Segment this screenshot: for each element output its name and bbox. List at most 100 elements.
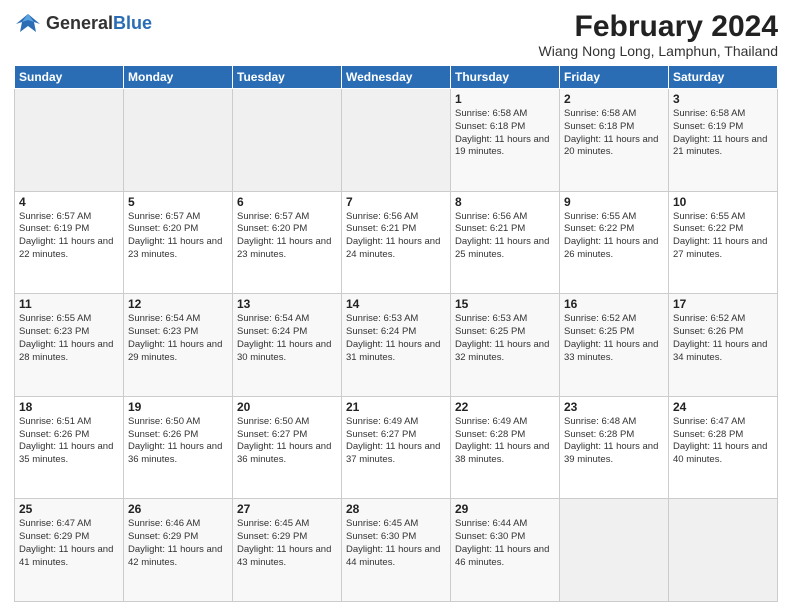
- calendar-cell: 7 Sunrise: 6:56 AM Sunset: 6:21 PM Daylig…: [342, 191, 451, 294]
- day-info: Sunrise: 6:54 AM Sunset: 6:23 PM Dayligh…: [128, 313, 228, 364]
- calendar-cell: 15 Sunrise: 6:53 AM Sunset: 6:25 PM Dayli…: [451, 294, 560, 397]
- calendar-week-1: 1 Sunrise: 6:58 AM Sunset: 6:18 PM Daylig…: [15, 89, 778, 192]
- day-info: Sunrise: 6:56 AM Sunset: 6:21 PM Dayligh…: [455, 211, 555, 262]
- day-info: Sunrise: 6:49 AM Sunset: 6:27 PM Dayligh…: [346, 416, 446, 467]
- logo-blue-text: Blue: [113, 13, 152, 33]
- day-number: 4: [19, 195, 119, 209]
- calendar-cell: 11 Sunrise: 6:55 AM Sunset: 6:23 PM Dayli…: [15, 294, 124, 397]
- day-info: Sunrise: 6:53 AM Sunset: 6:25 PM Dayligh…: [455, 313, 555, 364]
- day-info: Sunrise: 6:50 AM Sunset: 6:27 PM Dayligh…: [237, 416, 337, 467]
- calendar-week-4: 18 Sunrise: 6:51 AM Sunset: 6:26 PM Dayli…: [15, 396, 778, 499]
- day-number: 19: [128, 400, 228, 414]
- day-number: 25: [19, 502, 119, 516]
- day-info: Sunrise: 6:45 AM Sunset: 6:29 PM Dayligh…: [237, 518, 337, 569]
- day-number: 12: [128, 297, 228, 311]
- day-info: Sunrise: 6:58 AM Sunset: 6:18 PM Dayligh…: [564, 108, 664, 159]
- calendar-cell: 9Sunrise: 6:55 AM Sunset: 6:22 PM Daylig…: [560, 191, 669, 294]
- calendar-cell: 21 Sunrise: 6:49 AM Sunset: 6:27 PM Dayli…: [342, 396, 451, 499]
- calendar-table: SundayMondayTuesdayWednesdayThursdayFrid…: [14, 65, 778, 602]
- calendar-cell: 13 Sunrise: 6:54 AM Sunset: 6:24 PM Dayli…: [233, 294, 342, 397]
- day-number: 3: [673, 92, 773, 106]
- calendar-cell: [560, 499, 669, 602]
- header: GeneralBlue February 2024 Wiang Nong Lon…: [14, 10, 778, 59]
- day-info: Sunrise: 6:56 AM Sunset: 6:21 PM Dayligh…: [346, 211, 446, 262]
- day-info: Sunrise: 6:49 AM Sunset: 6:28 PM Dayligh…: [455, 416, 555, 467]
- calendar-cell: [124, 89, 233, 192]
- day-info: Sunrise: 6:48 AM Sunset: 6:28 PM Dayligh…: [564, 416, 664, 467]
- day-info: Sunrise: 6:50 AM Sunset: 6:26 PM Dayligh…: [128, 416, 228, 467]
- calendar-cell: 14Sunrise: 6:53 AM Sunset: 6:24 PM Dayli…: [342, 294, 451, 397]
- calendar-cell: 4 Sunrise: 6:57 AM Sunset: 6:19 PM Daylig…: [15, 191, 124, 294]
- calendar-cell: 22 Sunrise: 6:49 AM Sunset: 6:28 PM Dayli…: [451, 396, 560, 499]
- page: GeneralBlue February 2024 Wiang Nong Lon…: [0, 0, 792, 612]
- day-number: 7: [346, 195, 446, 209]
- weekday-header-tuesday: Tuesday: [233, 66, 342, 89]
- calendar-cell: 26Sunrise: 6:46 AM Sunset: 6:29 PM Dayli…: [124, 499, 233, 602]
- day-number: 10: [673, 195, 773, 209]
- calendar-title: February 2024: [539, 10, 778, 43]
- day-info: Sunrise: 6:57 AM Sunset: 6:20 PM Dayligh…: [237, 211, 337, 262]
- calendar-cell: 19 Sunrise: 6:50 AM Sunset: 6:26 PM Dayli…: [124, 396, 233, 499]
- calendar-cell: [669, 499, 778, 602]
- day-number: 6: [237, 195, 337, 209]
- logo-bird-icon: [14, 10, 42, 38]
- day-number: 13: [237, 297, 337, 311]
- calendar-cell: 25 Sunrise: 6:47 AM Sunset: 6:29 PM Dayli…: [15, 499, 124, 602]
- calendar-cell: 23Sunrise: 6:48 AM Sunset: 6:28 PM Dayli…: [560, 396, 669, 499]
- weekday-header-row: SundayMondayTuesdayWednesdayThursdayFrid…: [15, 66, 778, 89]
- logo-text: GeneralBlue: [46, 14, 152, 34]
- day-number: 2: [564, 92, 664, 106]
- day-info: Sunrise: 6:58 AM Sunset: 6:18 PM Dayligh…: [455, 108, 555, 159]
- calendar-cell: [342, 89, 451, 192]
- day-number: 9: [564, 195, 664, 209]
- day-info: Sunrise: 6:55 AM Sunset: 6:22 PM Dayligh…: [673, 211, 773, 262]
- day-number: 16: [564, 297, 664, 311]
- logo-general-text: General: [46, 13, 113, 33]
- day-number: 29: [455, 502, 555, 516]
- day-info: Sunrise: 6:46 AM Sunset: 6:29 PM Dayligh…: [128, 518, 228, 569]
- day-number: 11: [19, 297, 119, 311]
- calendar-cell: 16 Sunrise: 6:52 AM Sunset: 6:25 PM Dayli…: [560, 294, 669, 397]
- day-info: Sunrise: 6:52 AM Sunset: 6:25 PM Dayligh…: [564, 313, 664, 364]
- calendar-cell: 6 Sunrise: 6:57 AM Sunset: 6:20 PM Daylig…: [233, 191, 342, 294]
- day-info: Sunrise: 6:54 AM Sunset: 6:24 PM Dayligh…: [237, 313, 337, 364]
- calendar-cell: 24 Sunrise: 6:47 AM Sunset: 6:28 PM Dayli…: [669, 396, 778, 499]
- day-info: Sunrise: 6:52 AM Sunset: 6:26 PM Dayligh…: [673, 313, 773, 364]
- calendar-cell: [15, 89, 124, 192]
- day-info: Sunrise: 6:55 AM Sunset: 6:23 PM Dayligh…: [19, 313, 119, 364]
- weekday-header-friday: Friday: [560, 66, 669, 89]
- day-info: Sunrise: 6:57 AM Sunset: 6:19 PM Dayligh…: [19, 211, 119, 262]
- day-number: 8: [455, 195, 555, 209]
- calendar-cell: [233, 89, 342, 192]
- day-info: Sunrise: 6:44 AM Sunset: 6:30 PM Dayligh…: [455, 518, 555, 569]
- calendar-cell: 18 Sunrise: 6:51 AM Sunset: 6:26 PM Dayli…: [15, 396, 124, 499]
- weekday-header-sunday: Sunday: [15, 66, 124, 89]
- weekday-header-monday: Monday: [124, 66, 233, 89]
- calendar-cell: 5Sunrise: 6:57 AM Sunset: 6:20 PM Daylig…: [124, 191, 233, 294]
- day-number: 24: [673, 400, 773, 414]
- calendar-cell: 8 Sunrise: 6:56 AM Sunset: 6:21 PM Daylig…: [451, 191, 560, 294]
- day-info: Sunrise: 6:47 AM Sunset: 6:29 PM Dayligh…: [19, 518, 119, 569]
- day-info: Sunrise: 6:47 AM Sunset: 6:28 PM Dayligh…: [673, 416, 773, 467]
- calendar-cell: 17 Sunrise: 6:52 AM Sunset: 6:26 PM Dayli…: [669, 294, 778, 397]
- calendar-cell: 20 Sunrise: 6:50 AM Sunset: 6:27 PM Dayli…: [233, 396, 342, 499]
- day-number: 21: [346, 400, 446, 414]
- weekday-header-thursday: Thursday: [451, 66, 560, 89]
- day-number: 27: [237, 502, 337, 516]
- logo: GeneralBlue: [14, 10, 152, 38]
- calendar-cell: 2 Sunrise: 6:58 AM Sunset: 6:18 PM Daylig…: [560, 89, 669, 192]
- day-number: 17: [673, 297, 773, 311]
- weekday-header-wednesday: Wednesday: [342, 66, 451, 89]
- day-number: 20: [237, 400, 337, 414]
- day-info: Sunrise: 6:51 AM Sunset: 6:26 PM Dayligh…: [19, 416, 119, 467]
- day-info: Sunrise: 6:53 AM Sunset: 6:24 PM Dayligh…: [346, 313, 446, 364]
- weekday-header-saturday: Saturday: [669, 66, 778, 89]
- day-number: 1: [455, 92, 555, 106]
- day-number: 18: [19, 400, 119, 414]
- calendar-cell: 27 Sunrise: 6:45 AM Sunset: 6:29 PM Dayli…: [233, 499, 342, 602]
- day-number: 15: [455, 297, 555, 311]
- calendar-cell: 10 Sunrise: 6:55 AM Sunset: 6:22 PM Dayli…: [669, 191, 778, 294]
- day-number: 22: [455, 400, 555, 414]
- day-info: Sunrise: 6:58 AM Sunset: 6:19 PM Dayligh…: [673, 108, 773, 159]
- day-number: 28: [346, 502, 446, 516]
